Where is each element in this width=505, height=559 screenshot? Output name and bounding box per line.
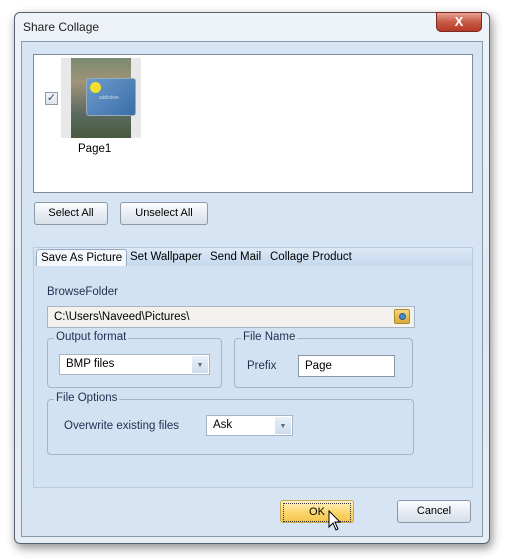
select-all-button[interactable]: Select All (34, 202, 108, 225)
prefix-input[interactable]: Page (298, 355, 395, 377)
tab-strip: Save As Picture Set Wallpaper Send Mail … (34, 248, 472, 266)
folder-browse-icon[interactable] (394, 309, 410, 324)
output-format-legend: Output format (54, 331, 129, 343)
file-options-legend: File Options (54, 392, 120, 404)
chevron-down-icon[interactable]: ▼ (275, 417, 291, 434)
close-button[interactable]: X (436, 12, 482, 32)
tab-collage-product[interactable]: Collage Product (266, 249, 356, 266)
output-format-value: BMP files (66, 358, 115, 370)
tab-send-mail[interactable]: Send Mail (206, 249, 265, 266)
file-name-legend: File Name (241, 331, 298, 343)
browse-folder-label: BrowseFolder (47, 286, 118, 298)
prefix-label: Prefix (247, 360, 277, 372)
mouse-pointer-icon (328, 510, 342, 531)
cancel-button[interactable]: Cancel (397, 500, 471, 523)
file-options-group: File Options Overwrite existing files As… (47, 392, 414, 455)
overwrite-label: Overwrite existing files (64, 420, 180, 432)
overwrite-value: Ask (213, 419, 233, 431)
page-list[interactable]: ✓ addictive Page1 (33, 54, 473, 193)
path-field[interactable]: C:\Users\Naveed\Pictures\ (47, 306, 415, 328)
tab-save-as-picture[interactable]: Save As Picture (36, 249, 128, 266)
overwrite-select[interactable]: Ask ▼ (206, 415, 293, 436)
file-name-group: File Name Prefix Page (234, 331, 413, 388)
unselect-all-button[interactable]: Unselect All (120, 202, 208, 225)
output-format-select[interactable]: BMP files ▼ (59, 354, 210, 375)
tab-set-wallpaper[interactable]: Set Wallpaper (126, 249, 206, 266)
page-thumbnail[interactable]: addictive (61, 58, 141, 138)
smiley-icon (90, 82, 101, 93)
page-checkbox[interactable]: ✓ (45, 92, 58, 105)
window-title: Share Collage (23, 20, 100, 34)
tab-panel: Save As Picture Set Wallpaper Send Mail … (33, 247, 473, 488)
thumb-text: addictive (99, 95, 119, 101)
output-format-group: Output format BMP files ▼ (47, 331, 222, 388)
path-value: C:\Users\Naveed\Pictures\ (54, 311, 190, 323)
page-label: Page1 (78, 143, 112, 155)
share-collage-dialog: Share Collage X ✓ addictive Page1 Select… (14, 12, 490, 544)
chevron-down-icon[interactable]: ▼ (192, 356, 208, 373)
ok-button[interactable]: OK (280, 500, 354, 523)
dialog-content: ✓ addictive Page1 Select All Unselect Al… (21, 41, 483, 537)
